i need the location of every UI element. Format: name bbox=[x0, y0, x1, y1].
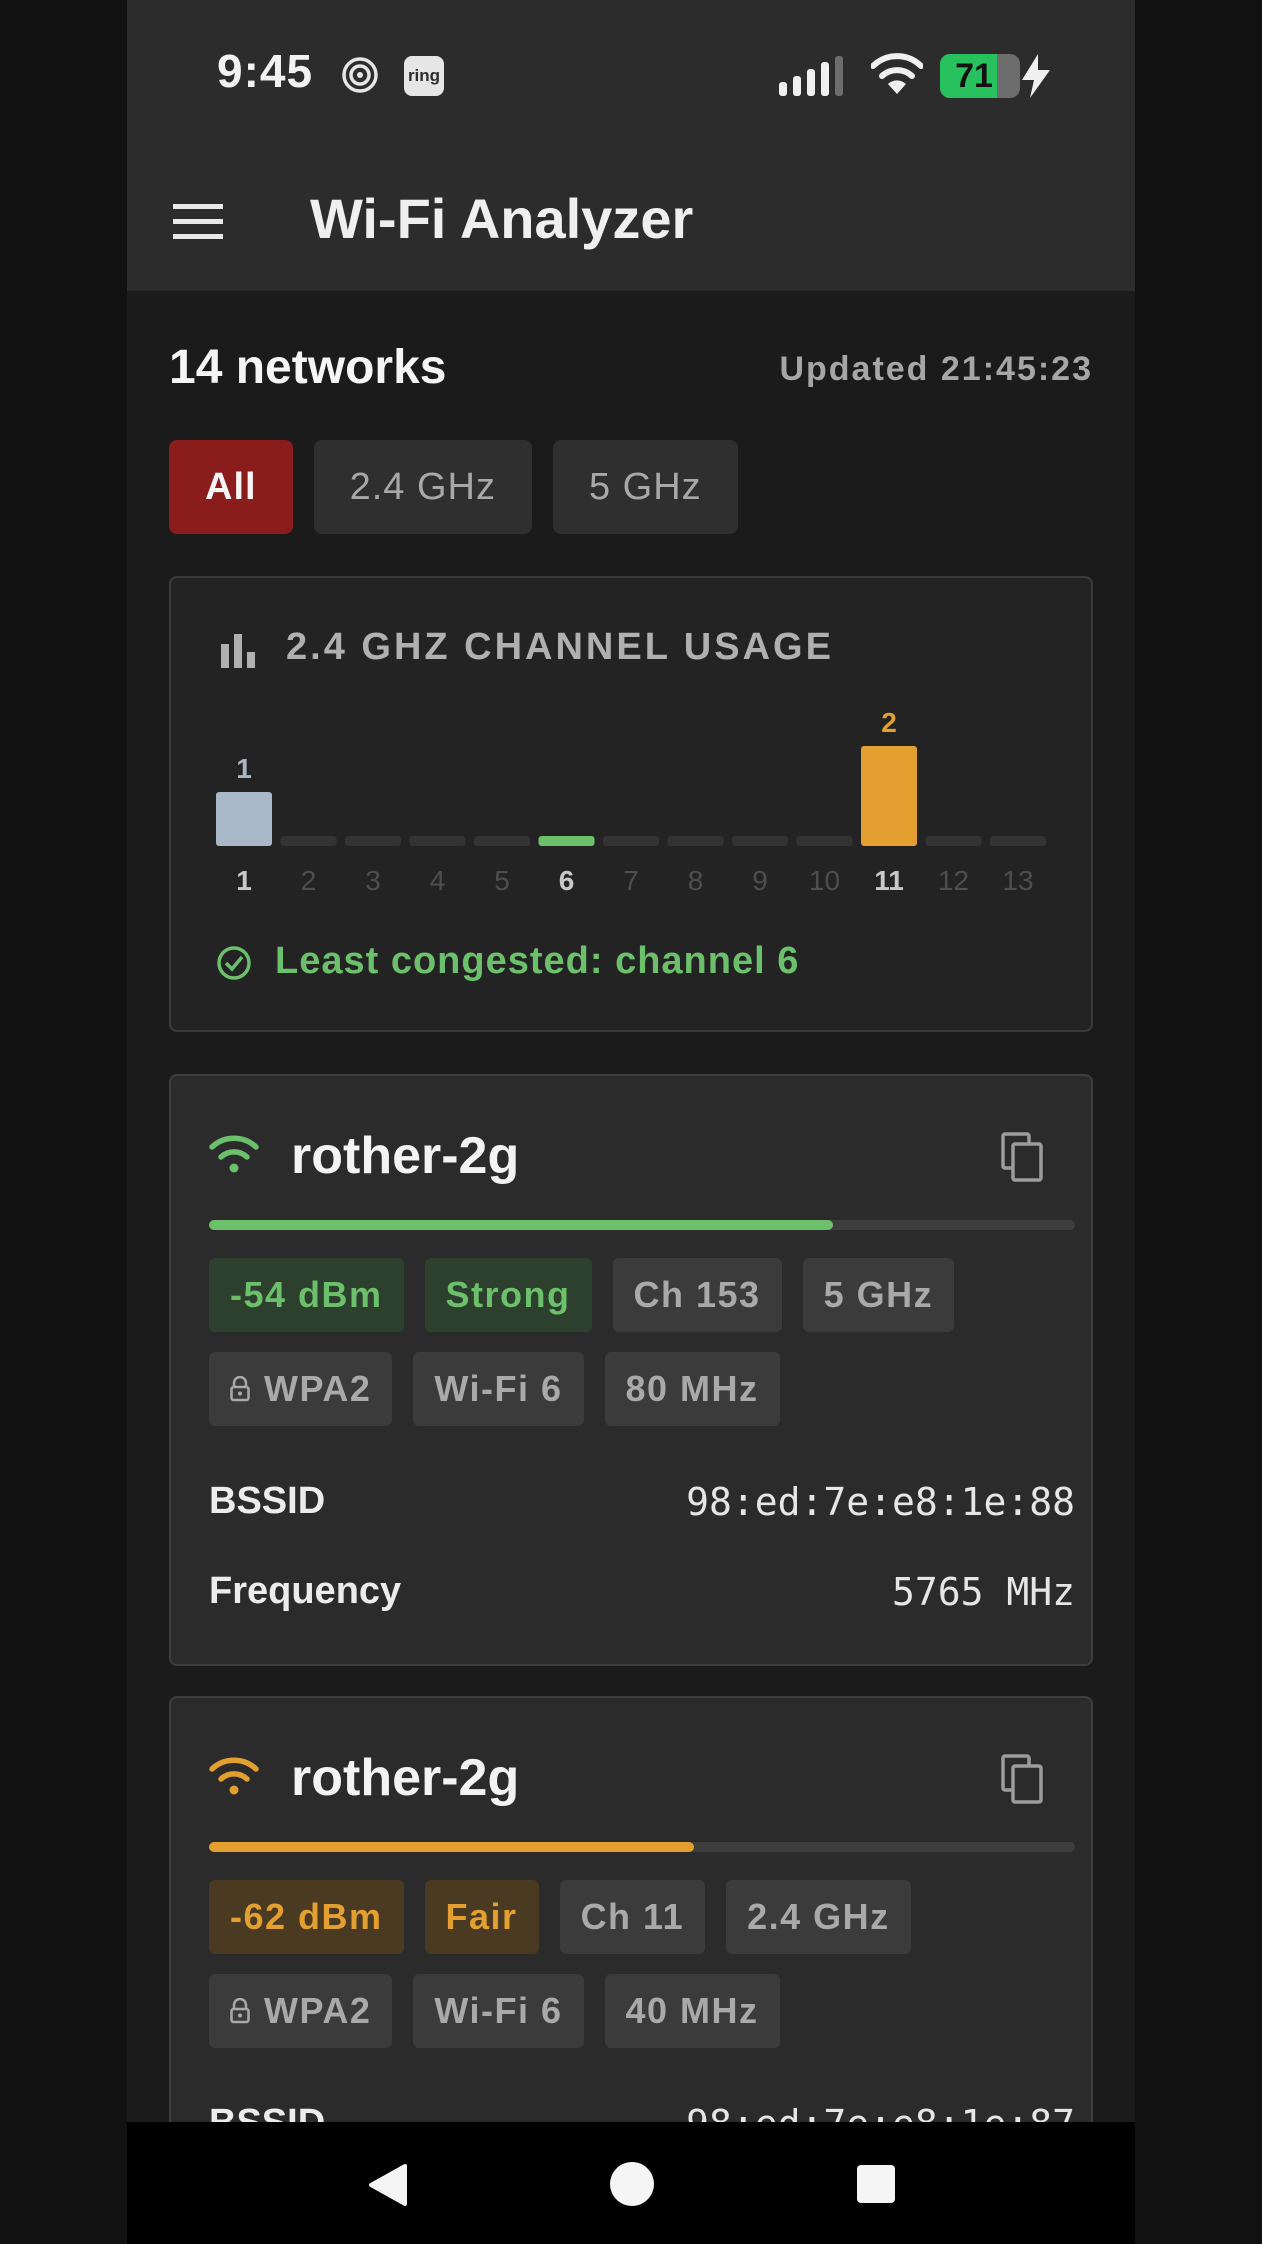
channel-tick-label-3: 3 bbox=[365, 865, 381, 896]
channel-count-label-11: 2 bbox=[881, 707, 897, 738]
channel-bar-3 bbox=[345, 836, 401, 846]
width-tag: 40 MHz bbox=[604, 1974, 780, 2048]
channel-bar-1 bbox=[216, 792, 272, 846]
channel-tick-label-10: 10 bbox=[809, 865, 840, 896]
channel-tick-label-1: 1 bbox=[236, 865, 252, 896]
channel-tag: Ch 153 bbox=[612, 1258, 782, 1332]
signal-strength-track bbox=[209, 1220, 1075, 1230]
channel-bar-11 bbox=[861, 746, 917, 846]
rssi-tag: -62 dBm bbox=[209, 1880, 404, 1954]
status-bar: 9:45 ring 71 bbox=[127, 0, 1135, 150]
network-ssid: rother-2g bbox=[291, 1127, 520, 1185]
check-circle-icon bbox=[217, 946, 251, 980]
wifi-signal-icon bbox=[209, 1135, 259, 1173]
battery-percent: 71 bbox=[955, 57, 993, 95]
channel-tick-label-8: 8 bbox=[688, 865, 704, 896]
channel-bar-8 bbox=[667, 836, 724, 846]
quality-tag: Strong bbox=[424, 1258, 592, 1332]
channel-bar-2 bbox=[280, 836, 337, 846]
phone-screen: 9:45 ring 71 Wi-Fi Analyzer 14 networks … bbox=[127, 0, 1135, 2244]
security-tag: WPA2 bbox=[209, 1974, 393, 2048]
network-ssid: rother-2g bbox=[291, 1749, 520, 1807]
channel-bar-13 bbox=[990, 836, 1046, 846]
channel-bar-9 bbox=[732, 836, 788, 846]
band-tag: 5 GHz bbox=[802, 1258, 955, 1332]
channel-bar-6 bbox=[538, 836, 595, 846]
channel-tick-label-11: 11 bbox=[874, 865, 904, 896]
channel-tick-label-5: 5 bbox=[494, 865, 510, 896]
filter-2-4ghz[interactable]: 2.4 GHz bbox=[313, 440, 532, 534]
rssi-tag: -54 dBm bbox=[209, 1258, 404, 1332]
standard-tag: Wi-Fi 6 bbox=[413, 1974, 584, 2048]
lock-icon bbox=[230, 1376, 250, 1402]
last-updated: Updated 21:45:23 bbox=[779, 350, 1093, 388]
network-card[interactable]: rother-2g -62 dBm Fair Ch 11 2.4 GHz WPA… bbox=[169, 1696, 1093, 2196]
cell-signal-icon bbox=[779, 56, 843, 96]
channel-tick-label-2: 2 bbox=[301, 865, 317, 896]
signal-strength-track bbox=[209, 1842, 1075, 1852]
network-tags: -54 dBm Strong Ch 153 5 GHz WPA2 Wi-Fi 6… bbox=[209, 1258, 1075, 1426]
filter-5ghz[interactable]: 5 GHz bbox=[552, 440, 738, 534]
wifi-status-icon bbox=[871, 53, 923, 94]
copy-icon[interactable] bbox=[1001, 1754, 1043, 1804]
network-count: 14 networks bbox=[169, 341, 447, 394]
ring-notification-icon: ring bbox=[404, 56, 444, 96]
security-tag: WPA2 bbox=[209, 1352, 393, 1426]
channel-usage-card: 2.4 GHZ CHANNEL USAGE 1 1 2 3 4 5 6 7 8 9 10 2 11 12 1… bbox=[169, 576, 1093, 1032]
bssid-value: 98:ed:7e:e8:1e:88 bbox=[686, 1480, 1075, 1524]
channel-bar-7 bbox=[603, 836, 659, 846]
spiral-notification-icon bbox=[342, 57, 378, 93]
channel-bar-4 bbox=[409, 836, 466, 846]
channel-bar-5 bbox=[474, 836, 530, 846]
system-navigation-bar bbox=[127, 2122, 1135, 2244]
app-bar: Wi-Fi Analyzer bbox=[127, 150, 1135, 291]
wifi-signal-icon bbox=[209, 1757, 259, 1795]
home-icon[interactable] bbox=[609, 2161, 655, 2207]
band-tag: 2.4 GHz bbox=[726, 1880, 911, 1954]
hamburger-menu-icon[interactable] bbox=[173, 202, 223, 240]
bssid-row: BSSID 98:ed:7e:e8:1e:88 bbox=[209, 1480, 1075, 1530]
bssid-label: BSSID bbox=[209, 1480, 326, 1522]
network-tags: -62 dBm Fair Ch 11 2.4 GHz WPA2 Wi-Fi 6 … bbox=[209, 1880, 1075, 2048]
frequency-row: Frequency 5765 MHz bbox=[209, 1570, 1075, 1620]
ring-icon-label: ring bbox=[407, 66, 441, 85]
channel-tick-label-4: 4 bbox=[430, 865, 446, 896]
battery-indicator: 71 bbox=[940, 54, 1020, 98]
band-filter-group: All 2.4 GHz 5 GHz bbox=[169, 440, 738, 534]
status-time: 9:45 bbox=[217, 45, 314, 97]
security-label: WPA2 bbox=[264, 1990, 372, 2031]
width-tag: 80 MHz bbox=[604, 1352, 780, 1426]
channel-tag: Ch 11 bbox=[559, 1880, 706, 1954]
channel-tick-label-7: 7 bbox=[623, 865, 639, 896]
charging-bolt-icon bbox=[1022, 54, 1050, 98]
signal-strength-bar bbox=[209, 1220, 833, 1230]
security-label: WPA2 bbox=[264, 1368, 372, 1409]
signal-strength-bar bbox=[209, 1842, 694, 1852]
channel-count-label-1: 1 bbox=[236, 753, 252, 784]
network-card[interactable]: rother-2g -54 dBm Strong Ch 153 5 GHz WP… bbox=[169, 1074, 1093, 1666]
channel-tick-label-13: 13 bbox=[1002, 865, 1033, 896]
recents-icon[interactable] bbox=[856, 2164, 896, 2204]
copy-icon[interactable] bbox=[1001, 1132, 1043, 1182]
least-congested-text: Least congested: channel 6 bbox=[275, 940, 800, 982]
frequency-label: Frequency bbox=[209, 1570, 402, 1612]
channel-bar-10 bbox=[796, 836, 853, 846]
channel-tick-label-6: 6 bbox=[559, 865, 575, 896]
back-icon[interactable] bbox=[365, 2162, 411, 2208]
channel-tick-label-9: 9 bbox=[752, 865, 768, 896]
lock-icon bbox=[230, 1998, 250, 2024]
filter-all[interactable]: All bbox=[169, 440, 293, 534]
app-title: Wi-Fi Analyzer bbox=[310, 187, 694, 250]
standard-tag: Wi-Fi 6 bbox=[413, 1352, 584, 1426]
channel-tick-label-12: 12 bbox=[938, 865, 969, 896]
channel-bar-12 bbox=[925, 836, 982, 846]
frequency-value: 5765 MHz bbox=[891, 1570, 1075, 1614]
quality-tag: Fair bbox=[424, 1880, 539, 1954]
